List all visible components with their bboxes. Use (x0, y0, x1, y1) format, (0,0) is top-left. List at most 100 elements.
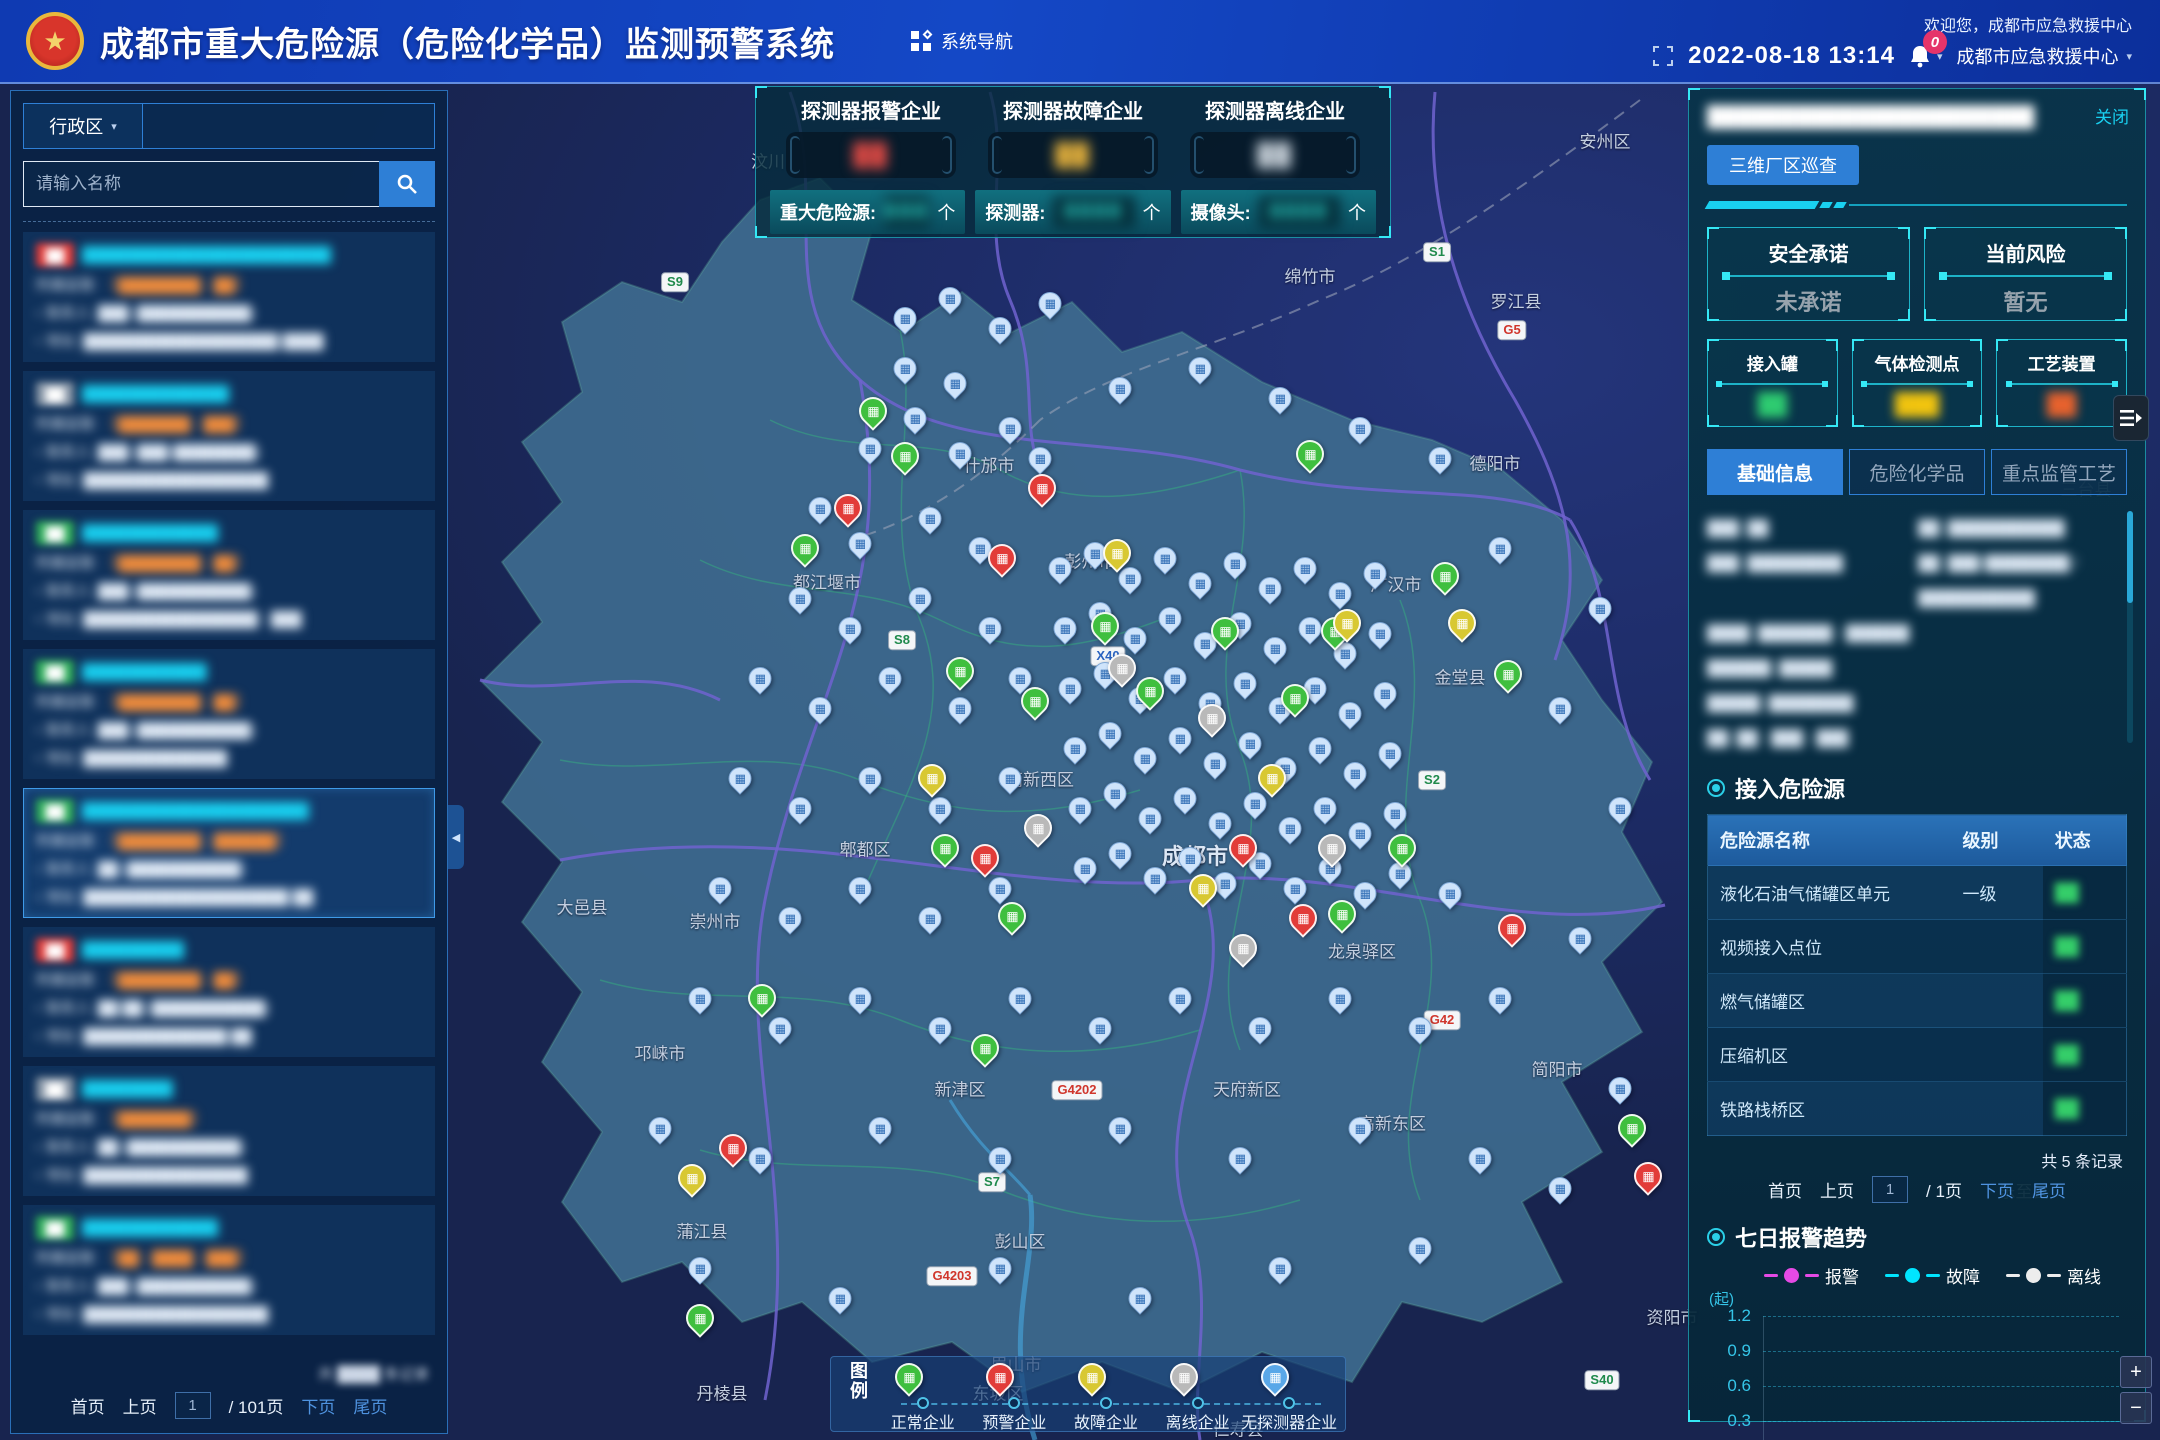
legend-item: ▦无探测器企业 (1243, 1361, 1335, 1427)
hazard-name-cell: 压缩机区 (1708, 1028, 1951, 1082)
scrollbar[interactable] (2127, 511, 2133, 743)
hazard-table: 危险源名称级别状态 液化石油气储罐区单元一级██视频接入点位██燃气储罐区██压… (1707, 814, 2127, 1136)
supervise-value: 【████████ - ██】 (104, 691, 249, 712)
legend-node (1100, 1397, 1112, 1409)
company-card[interactable]: ██████████████所属监管:【████████ - ██】▪联系人: … (23, 510, 435, 640)
table-row[interactable]: 视频接入点位██ (1708, 920, 2127, 974)
company-name: █████████████ (82, 385, 229, 403)
table-header: 状态 (2043, 815, 2127, 866)
company-card[interactable]: ██████████████所属监管:【██ - ████ - ███】▪联系人… (23, 1205, 435, 1335)
hazard-status-cell: ██ (2043, 974, 2127, 1028)
contact-line: ▪联系人: ██ ██ (███████████) (36, 997, 422, 1018)
info-right: ██: ███████████ (1918, 520, 2113, 537)
page-input[interactable]: 1 (175, 1392, 211, 1419)
system-nav-button[interactable]: 系统导航 (911, 28, 1013, 54)
equipment-stat-value: ██ (1757, 393, 1787, 417)
close-button[interactable]: 关闭 (2095, 103, 2129, 128)
patrol-3d-button[interactable]: 三维厂区巡查 (1707, 145, 1859, 185)
notifications-button[interactable]: 0 ▾ (1909, 44, 1943, 68)
gridline (1763, 1421, 2119, 1422)
page-first[interactable]: 首页 (1768, 1177, 1802, 1202)
company-card-title: ██████████████ (36, 1216, 422, 1240)
table-row[interactable]: 液化石油气储罐区单元一级██ (1708, 866, 2127, 920)
region-filter-value[interactable] (143, 103, 435, 149)
company-card[interactable]: █████████████所属监管:【████████ - ██】▪联系人: █… (23, 649, 435, 779)
person-icon: ▪ (36, 306, 40, 320)
map-pin-icon: ▦ (981, 1357, 1021, 1397)
supervise-value: 【████████ - ██████】 (104, 830, 290, 851)
company-card[interactable]: ███████████所属监管:【████████ - ██】▪联系人: ██ … (23, 927, 435, 1057)
supervise-value: 【██ - ████ - ███】 (104, 1247, 251, 1268)
counter-unit: 个 (1348, 199, 1366, 225)
legend-item: ▦离线企业 (1152, 1361, 1244, 1427)
stats-column-value: ██ (988, 132, 1158, 178)
company-card[interactable]: ██████████████████████所属监管:【████████ - █… (23, 788, 435, 918)
equipment-stat-value: ███ (1895, 393, 1940, 417)
chevron-down-icon: ▾ (111, 120, 117, 133)
hazard-level-cell (1951, 1082, 2043, 1136)
supervise-value: 【████████ - ██】 (104, 969, 249, 990)
location-pin-icon: ▪ (36, 890, 40, 904)
notification-badge: 0 (1923, 30, 1947, 54)
page-last[interactable]: 尾页 (2032, 1177, 2066, 1202)
company-card[interactable]: ████████████████████████所属监管:【████████ -… (23, 232, 435, 362)
page-input[interactable]: 1 (1872, 1176, 1908, 1203)
legend-item[interactable]: 离线 (2006, 1263, 2101, 1288)
stats-column: 探测器故障企业██ (972, 95, 1174, 178)
supervise-label: 所属监管: (36, 691, 98, 712)
city-label: 安州区 (1580, 128, 1631, 153)
stats-column: 探测器离线企业██ (1174, 95, 1376, 178)
location-pin-icon: ▪ (36, 1029, 40, 1043)
info-left: ███: █████████ (1707, 555, 1918, 572)
legend-item[interactable]: 故障 (1885, 1263, 1980, 1288)
page-prev[interactable]: 上页 (1820, 1177, 1854, 1202)
page-total: / 101页 (229, 1393, 284, 1418)
region-filter-select[interactable]: 行政区 ▾ (23, 103, 143, 149)
hazard-name-cell: 铁路栈桥区 (1708, 1082, 1951, 1136)
zoom-out-button[interactable]: − (2120, 1392, 2152, 1424)
zoom-in-button[interactable]: + (2120, 1356, 2152, 1388)
page-first[interactable]: 首页 (71, 1393, 105, 1418)
hazard-level-cell: 一级 (1951, 866, 2043, 920)
fullscreen-icon[interactable] (1652, 45, 1674, 67)
hazard-status-cell: ██ (2043, 1028, 2127, 1082)
page-next[interactable]: 下页 (301, 1393, 335, 1418)
company-card[interactable]: ██████████所属监管:【███████】▪联系人: ██ (██████… (23, 1066, 435, 1196)
legend-item: ▦故障企业 (1060, 1361, 1152, 1427)
stats-counter: 摄像头:8888个 (1181, 190, 1376, 234)
status-tag: ██ (36, 660, 74, 684)
tab-1[interactable]: 危险化学品 (1849, 449, 1985, 495)
counter-unit: 个 (937, 199, 955, 225)
sidebar-collapse-handle[interactable]: ◀ (448, 805, 464, 869)
divider (23, 221, 435, 222)
page-last[interactable]: 尾页 (353, 1393, 387, 1418)
stats-column-label: 探测器报警企业 (801, 95, 941, 124)
info-full: ██: ██ - ███ - ███ (1707, 730, 2113, 747)
table-row[interactable]: 铁路栈桥区██ (1708, 1082, 2127, 1136)
tab-0[interactable]: 基础信息 (1707, 449, 1843, 495)
tab-2[interactable]: 重点监管工艺 (1991, 449, 2127, 495)
page-prev[interactable]: 上页 (123, 1393, 157, 1418)
legend-item[interactable]: 报警 (1764, 1263, 1859, 1288)
info-cont: ███████████ (1918, 590, 2035, 607)
basic-info-fields: ███: ████: ██████████████: ███████████: … (1707, 511, 2127, 756)
legend-label: 离线企业 (1166, 1409, 1230, 1433)
company-card-title: █████████████ (36, 660, 422, 684)
page-next[interactable]: 下页 (1980, 1177, 2014, 1202)
equipment-stat-label: 气体检测点 (1875, 350, 1960, 375)
user-menu[interactable]: 成都市应急救援中心 ▾ (1956, 43, 2132, 69)
road-badge: G4203 (926, 1266, 977, 1286)
company-card[interactable]: ███████████████所属监管:【███████ - ███】▪联系人:… (23, 371, 435, 501)
supervise-label: 所属监管: (36, 413, 98, 434)
table-row[interactable]: 压缩机区 ██ (1708, 1028, 2127, 1082)
road-badge: S1 (1423, 242, 1451, 262)
info-row: ██: ██ - ███ - ███ (1707, 721, 2113, 756)
search-input[interactable] (23, 161, 379, 207)
panel-collapse-button[interactable] (2113, 395, 2149, 441)
info-row: ████: ███████ - ██████ (1707, 616, 2113, 651)
table-row[interactable]: 燃气储罐区██ (1708, 974, 2127, 1028)
legend-title: 图例 (845, 1361, 871, 1427)
company-name: ██████████████████████ (82, 246, 331, 264)
search-button[interactable] (379, 161, 435, 207)
supervise-line: 所属监管:【████████ - ██】 (36, 969, 422, 990)
